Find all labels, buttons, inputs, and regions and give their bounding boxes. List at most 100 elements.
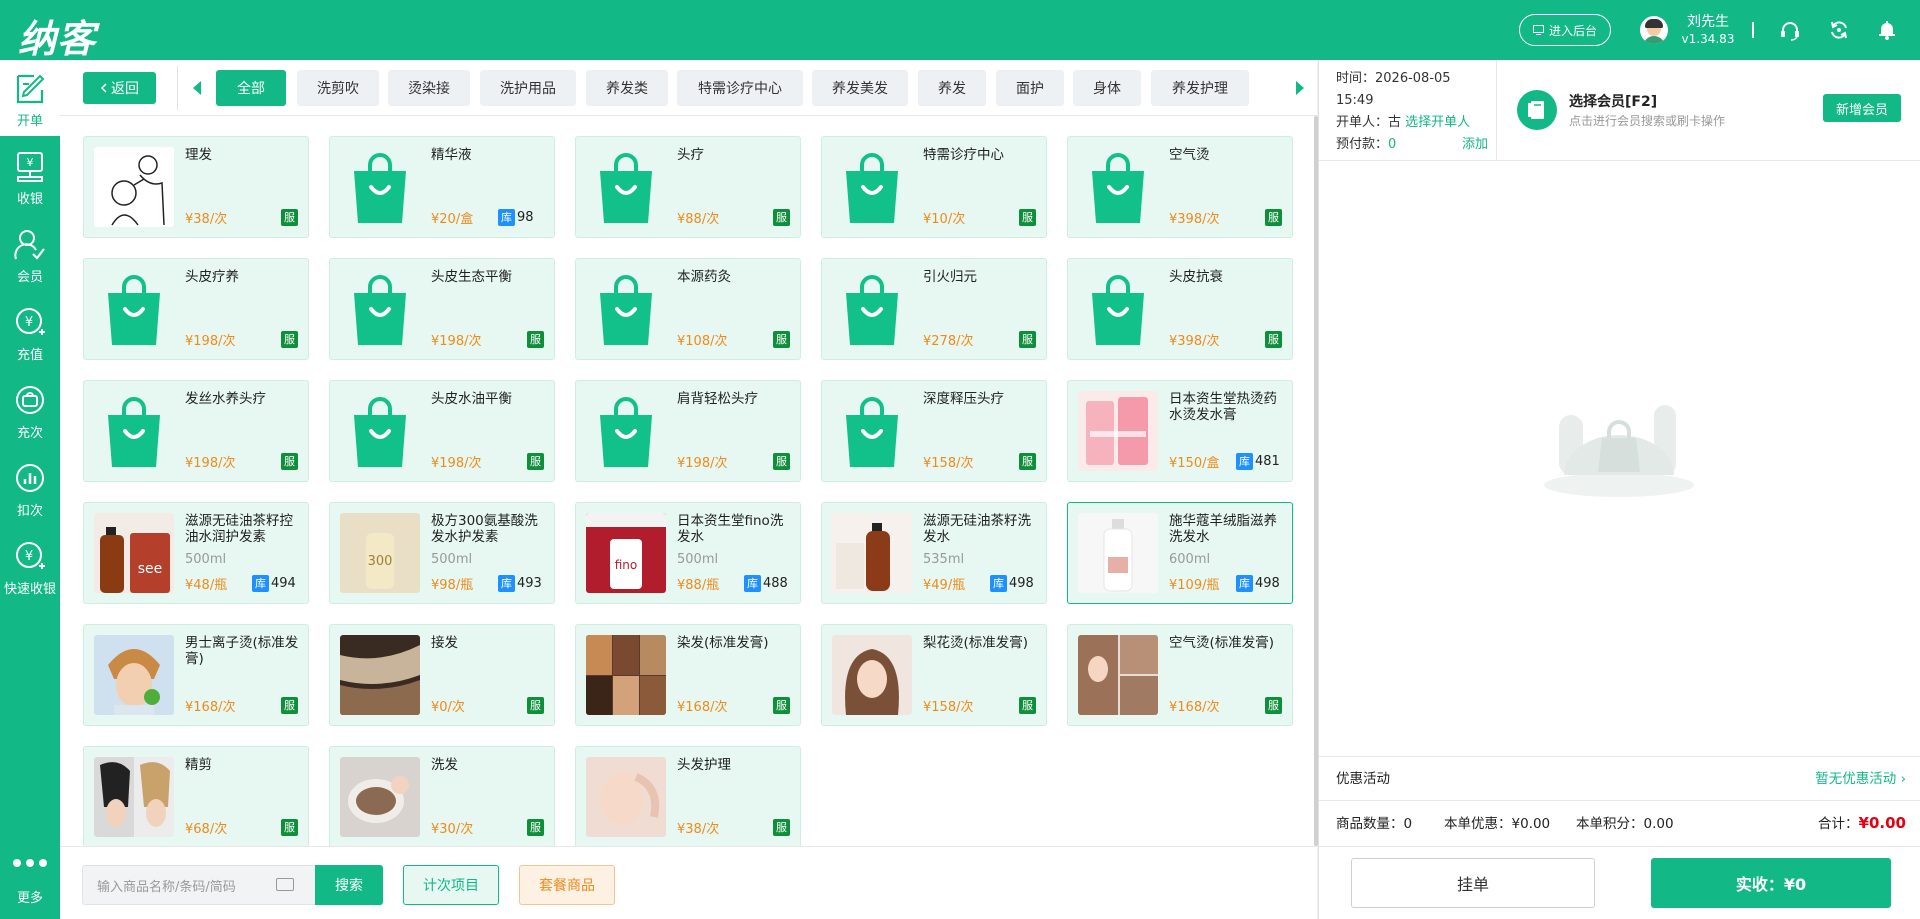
category-tab[interactable]: 养发护理: [1151, 70, 1249, 106]
product-card[interactable]: 精剪 ¥68/次 服: [83, 746, 309, 848]
service-badge: 服: [281, 331, 298, 348]
product-card[interactable]: 头发护理 ¥38/次 服: [575, 746, 801, 848]
prepay-add-link[interactable]: 添加: [1462, 134, 1488, 156]
product-card[interactable]: 理发 ¥38/次 服: [83, 136, 309, 238]
sidebar-item-open-order[interactable]: 开单: [0, 60, 60, 136]
stock-indicator: 库 493: [498, 575, 542, 592]
product-card[interactable]: 接发 ¥0/次 服: [329, 624, 555, 726]
service-badge: 服: [1265, 209, 1282, 226]
scroll-left-icon[interactable]: [193, 81, 201, 95]
product-image: [94, 147, 174, 227]
package-items-button[interactable]: 套餐商品: [519, 865, 615, 905]
recharge-times-icon: [16, 386, 44, 414]
refresh-icon[interactable]: [1828, 19, 1850, 41]
svg-text:¥: ¥: [27, 156, 34, 169]
stock-badge: 库: [1236, 453, 1253, 470]
product-card[interactable]: 引火归元 ¥278/次 服: [821, 258, 1047, 360]
category-tab[interactable]: 身体: [1073, 70, 1141, 106]
select-creator-link[interactable]: 选择开单人: [1405, 115, 1470, 130]
sidebar-item-recharge[interactable]: ¥ 充值: [0, 294, 60, 370]
sidebar-item-deduct-times[interactable]: 扣次: [0, 450, 60, 526]
product-price: ¥38/次: [185, 212, 228, 227]
product-card[interactable]: 头疗 ¥88/次 服: [575, 136, 801, 238]
stock-badge: 库: [744, 575, 761, 592]
shopping-bag-icon: [94, 269, 174, 349]
enter-admin-button[interactable]: 进入后台: [1519, 14, 1611, 46]
product-card[interactable]: 梨花烫(标准发膏) ¥158/次 服: [821, 624, 1047, 726]
product-card[interactable]: 男士离子烫(标准发膏) ¥168/次 服: [83, 624, 309, 726]
product-card[interactable]: 空气烫 ¥398/次 服: [1067, 136, 1293, 238]
product-price: ¥398/次: [1169, 212, 1220, 227]
category-tab[interactable]: 烫染接: [388, 70, 470, 106]
product-card[interactable]: 施华蔻羊绒脂滋养洗发水 600ml ¥109/瓶 库 498: [1067, 502, 1293, 604]
order-discount: 本单优惠：¥0.00: [1444, 816, 1551, 832]
product-image: [1078, 391, 1158, 471]
product-card[interactable]: 头皮抗衰 ¥398/次 服: [1067, 258, 1293, 360]
product-card[interactable]: see 滋源无硅油茶籽控油水润护发素 500ml ¥48/瓶 库 494: [83, 502, 309, 604]
product-name: 空气烫(标准发膏): [1169, 635, 1275, 651]
shopping-bag-icon: [340, 147, 420, 227]
sidebar-item-label: 充次: [16, 426, 43, 441]
product-card[interactable]: 深度释压头疗 ¥158/次 服: [821, 380, 1047, 482]
product-card[interactable]: 特需诊疗中心 ¥10/次 服: [821, 136, 1047, 238]
product-name: 极方300氨基酸洗发水护发素: [431, 513, 538, 545]
product-name: 头皮水油平衡: [431, 391, 512, 407]
sidebar-item-label: 扣次: [16, 504, 43, 519]
member-title[interactable]: 选择会员[F2]: [1569, 91, 1657, 111]
service-badge: 服: [281, 209, 298, 226]
user-name[interactable]: 刘先生: [1680, 11, 1736, 31]
product-name: 头疗: [677, 147, 704, 163]
product-card[interactable]: 头皮疗养 ¥198/次 服: [83, 258, 309, 360]
product-card[interactable]: 本源药灸 ¥108/次 服: [575, 258, 801, 360]
product-card[interactable]: 染发(标准发膏) ¥168/次 服: [575, 624, 801, 726]
product-card[interactable]: 300 极方300氨基酸洗发水护发素 500ml ¥98/瓶 库 493: [329, 502, 555, 604]
category-tab[interactable]: 面护: [996, 70, 1064, 106]
sidebar-item-recharge-times[interactable]: 充次: [0, 372, 60, 448]
category-tab[interactable]: 养发: [918, 70, 986, 106]
avatar[interactable]: [1640, 16, 1668, 44]
sidebar-more[interactable]: 更多: [0, 835, 60, 919]
product-image: fino: [586, 513, 666, 593]
category-tab[interactable]: 洗剪吹: [297, 70, 379, 106]
hang-order-button[interactable]: 挂单: [1351, 858, 1595, 908]
product-image: [340, 635, 420, 715]
product-card[interactable]: 空气烫(标准发膏) ¥168/次 服: [1067, 624, 1293, 726]
count-items-button[interactable]: 计次项目: [403, 865, 499, 905]
headset-icon[interactable]: [1779, 19, 1801, 41]
category-tab[interactable]: 养发类: [586, 70, 668, 106]
enter-admin-label: 进入后台: [1548, 23, 1597, 38]
sidebar-item-member[interactable]: 会员: [0, 216, 60, 292]
new-member-button[interactable]: 新增会员: [1823, 94, 1901, 122]
product-card[interactable]: fino 日本资生堂fino洗发水 500ml ¥88/瓶 库 488: [575, 502, 801, 604]
shopping-bag-icon: [340, 391, 420, 471]
back-button[interactable]: 返回: [83, 72, 156, 104]
stock-indicator: 库 494: [252, 575, 296, 592]
product-card[interactable]: 头皮生态平衡 ¥198/次 服: [329, 258, 555, 360]
product-image: [832, 513, 912, 593]
category-tab[interactable]: 洗护用品: [480, 70, 576, 106]
product-card[interactable]: 日本资生堂热烫药水烫发水膏 ¥150/盒 库 481: [1067, 380, 1293, 482]
product-card[interactable]: 肩背轻松头疗 ¥198/次 服: [575, 380, 801, 482]
sidebar: 开单 ¥ 收银 会员 ¥ 充值 充次 扣次 ¥ 快速收银 更多: [0, 60, 60, 919]
pay-button[interactable]: 实收：¥0: [1651, 858, 1891, 908]
scroll-right-icon[interactable]: [1296, 81, 1304, 95]
keyboard-icon[interactable]: [276, 878, 294, 891]
promotion-label: 优惠活动: [1336, 771, 1390, 787]
product-price: ¥98/瓶: [431, 578, 474, 593]
product-price: ¥168/次: [677, 700, 728, 715]
product-card[interactable]: 发丝水养头疗 ¥198/次 服: [83, 380, 309, 482]
product-card[interactable]: 洗发 ¥30/次 服: [329, 746, 555, 848]
product-price: ¥158/次: [923, 700, 974, 715]
search-button[interactable]: 搜索: [315, 865, 383, 905]
member-select[interactable]: 选择会员[F2] 点击进行会员搜索或刷卡操作 新增会员: [1497, 60, 1920, 160]
bell-icon[interactable]: [1876, 19, 1898, 41]
sidebar-item-cashier[interactable]: ¥ 收银: [0, 138, 60, 214]
category-tab[interactable]: 养发美发: [812, 70, 908, 106]
category-tab[interactable]: 全部: [216, 70, 286, 106]
product-card[interactable]: 精华液 ¥20/盒 库 98: [329, 136, 555, 238]
product-card[interactable]: 头皮水油平衡 ¥198/次 服: [329, 380, 555, 482]
sidebar-item-quick-cashier[interactable]: ¥ 快速收银: [0, 528, 60, 604]
product-card[interactable]: 滋源无硅油茶籽洗发水 535ml ¥49/瓶 库 498: [821, 502, 1047, 604]
promotion-link[interactable]: 暂无优惠活动 ›: [1815, 767, 1906, 787]
category-tab[interactable]: 特需诊疗中心: [677, 70, 803, 106]
